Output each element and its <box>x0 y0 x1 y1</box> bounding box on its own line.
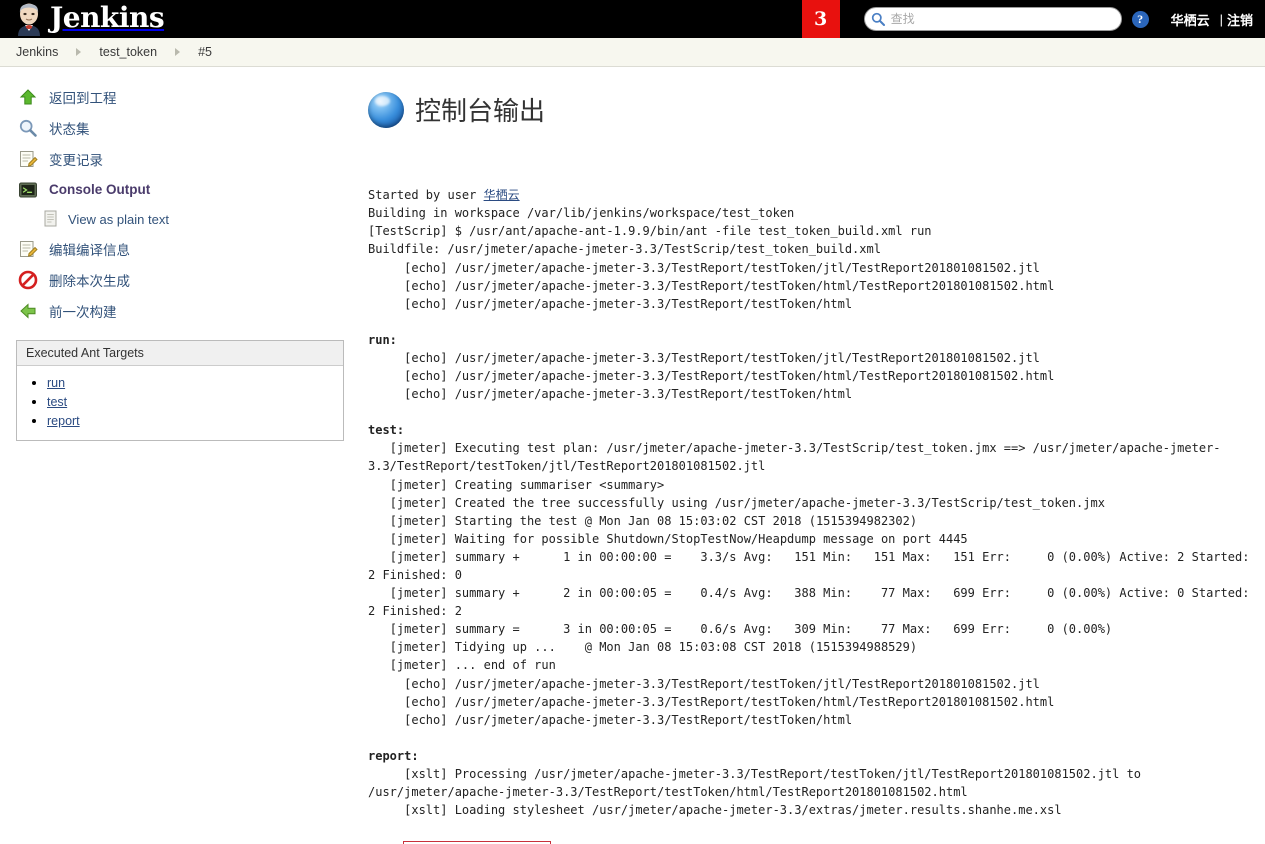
page-title-text: 控制台输出 <box>415 97 546 127</box>
console-log-line: Started by user 华栖云 <box>368 188 520 203</box>
sidebar: 返回到工程 状态集 变更记录 Console Output View as pl… <box>0 67 360 441</box>
console-log-line: [echo] /usr/jmeter/apache-jmeter-3.3/Tes… <box>368 278 1055 293</box>
sidebar-item-label: 前一次构建 <box>49 304 117 320</box>
breadcrumb-item-jenkins[interactable]: Jenkins <box>16 45 58 59</box>
console-log-line: [echo] /usr/jmeter/apache-jmeter-3.3/Tes… <box>368 676 1040 691</box>
console-log-line: [TestScrip] $ /usr/ant/apache-ant-1.9.9/… <box>368 224 932 239</box>
sidebar-item-changes[interactable]: 变更记录 <box>0 143 360 174</box>
list-item: report <box>47 412 343 430</box>
list-item: run <box>47 374 343 392</box>
ant-target-run-link[interactable]: run <box>47 376 65 390</box>
no-entry-icon <box>16 268 40 292</box>
sidebar-item-edit-build-info[interactable]: 编辑编译信息 <box>0 233 360 264</box>
console-log-line <box>368 729 1263 747</box>
search-input[interactable] <box>863 7 1122 31</box>
sidebar-item-view-plain-text[interactable]: View as plain text <box>0 205 360 233</box>
console-log-line <box>368 313 1263 331</box>
terminal-icon <box>16 178 40 202</box>
brand-title: Jenkins <box>50 0 165 34</box>
ant-targets-title: Executed Ant Targets <box>17 341 343 366</box>
notepad-pencil-icon <box>16 147 40 171</box>
console-output-log: Started by user 华栖云 Building in workspace… <box>368 150 1263 844</box>
list-item: test <box>47 393 343 411</box>
console-log-line: Buildfile: /usr/jmeter/apache-jmeter-3.3… <box>368 242 881 257</box>
sidebar-item-delete-build[interactable]: 删除本次生成 <box>0 264 360 295</box>
up-arrow-green-icon <box>16 85 40 109</box>
console-log-line: [jmeter] Executing test plan: /usr/jmete… <box>368 441 1221 474</box>
sidebar-item-previous-build[interactable]: 前一次构建 <box>0 295 360 326</box>
sidebar-item-label: 返回到工程 <box>49 90 117 106</box>
main-content: 控制台输出 Started by user 华栖云 Building in wor… <box>360 67 1263 844</box>
blue-sphere-icon <box>368 91 404 128</box>
console-log-line: [jmeter] Waiting for possible Shutdown/S… <box>368 531 968 546</box>
console-log-line: [echo] /usr/jmeter/apache-jmeter-3.3/Tes… <box>368 350 1040 365</box>
sidebar-item-label: 编辑编译信息 <box>49 242 130 258</box>
console-log-line: [jmeter] Created the tree successfully u… <box>368 495 1105 510</box>
build-count-badge[interactable]: 3 <box>801 0 840 38</box>
ant-target-test-link[interactable]: test <box>47 395 67 409</box>
breadcrumb-item-test-token[interactable]: test_token <box>99 45 157 59</box>
breadcrumb-item-build-number[interactable]: #5 <box>198 45 212 59</box>
logout-link[interactable]: 注销 <box>1227 10 1253 29</box>
console-log-line: [jmeter] summary + 1 in 00:00:00 = 3.3/s… <box>368 549 1257 582</box>
document-icon <box>42 209 60 229</box>
sidebar-item-status[interactable]: 状态集 <box>0 112 360 143</box>
console-log-line: [echo] /usr/jmeter/apache-jmeter-3.3/Tes… <box>368 387 853 402</box>
breadcrumb: Jenkins test_token #5 <box>0 38 1265 67</box>
console-log-line: [jmeter] Starting the test @ Mon Jan 08 … <box>368 513 918 528</box>
console-log-line: run: <box>368 332 397 347</box>
notepad-pencil-icon <box>16 237 40 261</box>
console-log-line: Building in workspace /var/lib/jenkins/w… <box>368 206 795 221</box>
sidebar-item-back-to-project[interactable]: 返回到工程 <box>0 81 360 112</box>
console-log-line: [echo] /usr/jmeter/apache-jmeter-3.3/Tes… <box>368 712 853 727</box>
console-log-line: [xslt] Processing /usr/jmeter/apache-jme… <box>368 766 1149 799</box>
console-log-line: [jmeter] summary = 3 in 00:00:05 = 0.6/s… <box>368 622 1113 637</box>
ant-targets-list: run test report <box>17 366 343 440</box>
sidebar-item-label: 删除本次生成 <box>49 273 130 289</box>
sidebar-item-console-output[interactable]: Console Output <box>0 174 360 205</box>
page-body: 返回到工程 状态集 变更记录 Console Output View as pl… <box>0 67 1265 844</box>
sidebar-item-label: 状态集 <box>49 121 90 137</box>
header-right-group: 3 ? 华栖云 | 注销 <box>801 0 1265 38</box>
console-log-line: [jmeter] Tidying up ... @ Mon Jan 08 15:… <box>368 640 918 655</box>
console-log-line: [jmeter] ... end of run <box>368 658 556 673</box>
top-header: Jenkins 3 ? 华栖云 | 注销 <box>0 0 1265 38</box>
console-lines-before-status: Started by user 华栖云 Building in workspace… <box>368 186 1263 819</box>
console-log-line: [jmeter] Creating summariser <summary> <box>368 477 665 492</box>
console-log-line: [echo] /usr/jmeter/apache-jmeter-3.3/Tes… <box>368 369 1055 384</box>
page-title: 控制台输出 <box>368 91 1263 128</box>
chevron-right-icon <box>175 48 181 56</box>
ant-target-report-link[interactable]: report <box>47 414 80 428</box>
chevron-right-icon <box>76 48 82 56</box>
console-log-line <box>368 403 1263 421</box>
user-name-link[interactable]: 华栖云 <box>1171 10 1210 29</box>
search-box[interactable] <box>863 7 1122 31</box>
help-question-icon[interactable]: ? <box>1131 10 1149 28</box>
sidebar-item-label: View as plain text <box>68 211 169 227</box>
console-log-line: [echo] /usr/jmeter/apache-jmeter-3.3/Tes… <box>368 296 853 311</box>
header-separator: | <box>1219 11 1223 27</box>
left-arrow-green-icon <box>16 299 40 323</box>
console-log-line: [xslt] Loading stylesheet /usr/jmeter/ap… <box>368 803 1062 818</box>
jenkins-butler-logo-icon <box>14 2 44 36</box>
sidebar-item-label: Console Output <box>49 182 151 197</box>
executed-ant-targets-panel: Executed Ant Targets run test report <box>16 340 344 441</box>
console-log-line: test: <box>368 423 405 438</box>
console-user-link[interactable]: 华栖云 <box>484 188 520 202</box>
console-log-line: [echo] /usr/jmeter/apache-jmeter-3.3/Tes… <box>368 260 1040 275</box>
jenkins-home-link[interactable]: Jenkins <box>0 0 165 38</box>
console-log-line: [echo] /usr/jmeter/apache-jmeter-3.3/Tes… <box>368 694 1055 709</box>
sidebar-item-label: 变更记录 <box>49 152 103 168</box>
console-log-line: [jmeter] summary + 2 in 00:00:05 = 0.4/s… <box>368 586 1257 619</box>
console-log-line: report: <box>368 748 419 763</box>
magnifier-icon <box>16 116 40 140</box>
